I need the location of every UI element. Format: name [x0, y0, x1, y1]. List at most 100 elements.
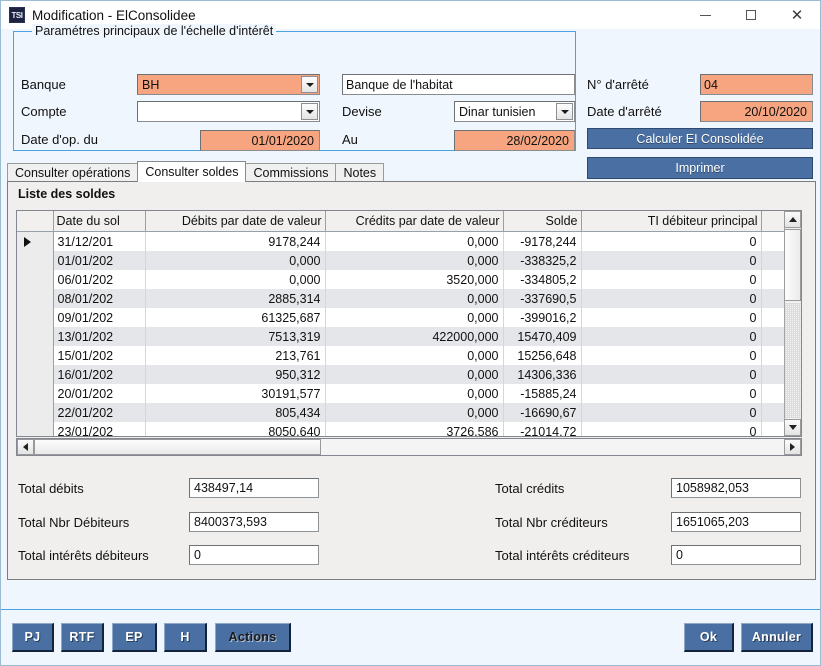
table-row[interactable]: 22/01/202 805,434 0,000 -16690,67 0: [17, 403, 801, 422]
au-field[interactable]: 28/02/2020: [454, 130, 575, 151]
vertical-scroll-thumb[interactable]: [784, 229, 801, 301]
scroll-down-button[interactable]: [784, 419, 801, 436]
row-selector-cell[interactable]: [17, 251, 54, 270]
cell-date: 23/01/202: [53, 422, 146, 436]
soldes-grid[interactable]: Date du sol Débits par date de valeur Cr…: [16, 210, 802, 437]
close-button[interactable]: ✕: [774, 1, 820, 29]
actions-button[interactable]: Actions: [215, 623, 291, 652]
devise-combo[interactable]: Dinar tunisien: [454, 101, 575, 122]
banque-value: BH: [142, 77, 160, 92]
table-row[interactable]: 15/01/202 213,761 0,000 15256,648 0: [17, 346, 801, 365]
caret-left-icon: [23, 443, 28, 451]
row-selector-cell[interactable]: [17, 270, 54, 289]
tab-consulter-operations[interactable]: Consulter opérations: [7, 163, 139, 182]
row-selector-cell[interactable]: [17, 422, 54, 436]
window-controls: ✕: [682, 1, 820, 29]
cell-debit: 8050,640: [145, 422, 326, 436]
grid-vertical-scrollbar[interactable]: [784, 211, 801, 436]
scroll-up-button[interactable]: [784, 211, 801, 228]
ok-button[interactable]: Ok: [684, 623, 734, 652]
scroll-right-button[interactable]: [784, 439, 801, 455]
cell-credit: 0,000: [325, 346, 504, 365]
caret-down-icon: [788, 425, 797, 430]
ep-button[interactable]: EP: [112, 623, 157, 652]
tab-consulter-soldes[interactable]: Consulter soldes: [137, 161, 247, 182]
horizontal-scroll-thumb[interactable]: [34, 439, 321, 455]
total-interets-crediteurs-field[interactable]: 0: [671, 545, 801, 565]
column-header-select[interactable]: [17, 211, 54, 232]
cell-solde: -338325,2: [503, 251, 582, 270]
column-header-ti-debiteur[interactable]: TI débiteur principal: [581, 211, 762, 232]
row-selector-cell[interactable]: [17, 403, 54, 422]
row-selector-cell[interactable]: [17, 308, 54, 327]
table-row[interactable]: 08/01/202 2885,314 0,000 -337690,5 0: [17, 289, 801, 308]
cell-debit: 30191,577: [145, 384, 326, 403]
table-row[interactable]: 06/01/202 0,000 3520,000 -334805,2 0: [17, 270, 801, 289]
maximize-button[interactable]: [728, 1, 774, 29]
total-nbr-debiteurs-field[interactable]: 8400373,593: [189, 512, 319, 532]
cell-solde: -16690,67: [503, 403, 582, 422]
date-arrete-field[interactable]: 20/10/2020: [700, 101, 813, 122]
row-selector-cell[interactable]: [17, 231, 54, 251]
table-row[interactable]: 16/01/202 950,312 0,000 14306,336 0: [17, 365, 801, 384]
row-selector-cell[interactable]: [17, 365, 54, 384]
total-debits-field[interactable]: 438497,14: [189, 478, 319, 498]
row-selector-cell[interactable]: [17, 289, 54, 308]
rtf-button[interactable]: RTF: [61, 623, 104, 652]
column-header-solde[interactable]: Solde: [503, 211, 582, 232]
annuler-button[interactable]: Annuler: [741, 623, 813, 652]
total-interets-debiteurs-field[interactable]: 0: [189, 545, 319, 565]
cell-credit: 0,000: [325, 231, 504, 251]
minimize-icon: [699, 14, 711, 16]
caret-right-icon: [790, 443, 795, 451]
h-button[interactable]: H: [164, 623, 207, 652]
table-row[interactable]: 31/12/201 9178,244 0,000 -9178,244 0: [17, 231, 801, 251]
calculer-ei-consolidee-button[interactable]: Calculer EI Consolidée: [587, 128, 813, 149]
total-interets-crediteurs-label: Total intérêts créditeurs: [495, 548, 630, 563]
devise-label: Devise: [342, 104, 382, 119]
row-selector-cell[interactable]: [17, 346, 54, 365]
tab-commissions[interactable]: Commissions: [245, 163, 337, 182]
chevron-down-icon[interactable]: [556, 103, 573, 120]
chevron-down-icon[interactable]: [301, 103, 318, 120]
consulter-soldes-panel: Liste des soldes Date du sol Débits par …: [7, 181, 816, 580]
table-row[interactable]: 20/01/202 30191,577 0,000 -15885,24 0: [17, 384, 801, 403]
grid-horizontal-scrollbar[interactable]: [16, 438, 802, 456]
cell-credit: 0,000: [325, 308, 504, 327]
column-header-credits[interactable]: Crédits par date de valeur: [325, 211, 504, 232]
total-credits-field[interactable]: 1058982,053: [671, 478, 801, 498]
table-header-row: Date du sol Débits par date de valeur Cr…: [17, 211, 801, 232]
chevron-down-icon[interactable]: [301, 76, 318, 93]
tab-notes[interactable]: Notes: [335, 163, 385, 182]
cell-solde: 15470,409: [503, 327, 582, 346]
table-row[interactable]: 13/01/202 7513,319 422000,000 15470,409 0: [17, 327, 801, 346]
column-header-date[interactable]: Date du sol: [53, 211, 146, 232]
row-selector-cell[interactable]: [17, 327, 54, 346]
table-row[interactable]: 01/01/202 0,000 0,000 -338325,2 0: [17, 251, 801, 270]
total-nbr-crediteurs-label: Total Nbr créditeurs: [495, 515, 608, 530]
cell-date: 15/01/202: [53, 346, 146, 365]
table-row[interactable]: 09/01/202 61325,687 0,000 -399016,2 0: [17, 308, 801, 327]
minimize-button[interactable]: [682, 1, 728, 29]
banque-name-field[interactable]: Banque de l'habitat: [342, 74, 575, 95]
cell-debit: 7513,319: [145, 327, 326, 346]
cell-solde: -334805,2: [503, 270, 582, 289]
cell-date: 13/01/202: [53, 327, 146, 346]
total-nbr-crediteurs-field[interactable]: 1651065,203: [671, 512, 801, 532]
vertical-scroll-track[interactable]: [785, 303, 801, 418]
application-window: TSI Modification - ElConsolidee ✕ Paramé…: [0, 0, 821, 666]
column-header-debits[interactable]: Débits par date de valeur: [145, 211, 326, 232]
num-arrete-field[interactable]: 04: [700, 74, 813, 95]
banque-combo[interactable]: BH: [137, 74, 320, 95]
date-op-field[interactable]: 01/01/2020: [200, 130, 320, 151]
cell-solde: -15885,24: [503, 384, 582, 403]
compte-combo[interactable]: [137, 101, 320, 122]
pj-button[interactable]: PJ: [12, 623, 54, 652]
cell-date: 31/12/201: [53, 231, 146, 251]
table-row[interactable]: 23/01/202 8050,640 3726,586 -21014,72 0: [17, 422, 801, 436]
row-selector-cell[interactable]: [17, 384, 54, 403]
cell-credit: 3726,586: [325, 422, 504, 436]
cell-credit: 0,000: [325, 384, 504, 403]
scroll-left-button[interactable]: [17, 439, 34, 455]
total-debits-label: Total débits: [18, 481, 84, 496]
